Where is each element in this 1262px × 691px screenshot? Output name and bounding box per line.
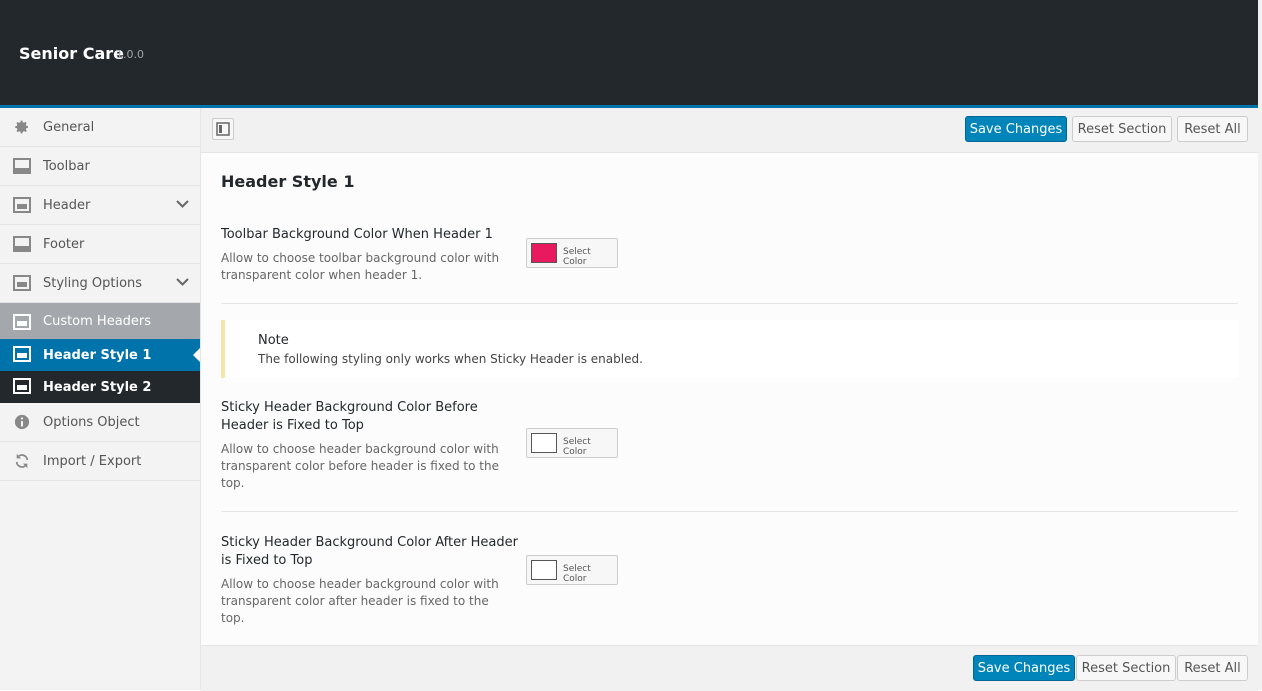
sidebar-item-header-style-2[interactable]: Header Style 2 [0,371,200,403]
sidebar-item-label: Toolbar [43,159,90,174]
color-swatch [531,560,557,580]
sidebar-item-general[interactable]: General [0,108,200,147]
main-panel: Save Changes Reset Section Reset All Hea… [201,108,1258,691]
expand-options-button[interactable] [212,118,234,140]
sidebar-item-label: Import / Export [43,454,142,469]
color-swatch [531,433,557,453]
note-title: Note [258,333,289,348]
sidebar-item-label: Header [43,198,91,213]
sidebar-item-label: Header Style 2 [43,380,152,395]
section-title: Header Style 1 [221,172,355,191]
reset-section-button[interactable]: Reset Section [1072,116,1172,142]
sidebar: General Toolbar Header Footer Styling Op… [0,108,201,690]
note-text: The following styling only works when St… [258,352,643,366]
bottom-toolbar: Save Changes Reset Section Reset All [201,645,1258,691]
save-changes-button[interactable]: Save Changes [965,116,1067,142]
field-title: Toolbar Background Color When Header 1 [221,227,493,242]
layout-icon [13,346,31,362]
color-swatch [531,243,557,263]
app-title: Senior Care [19,44,124,63]
reset-all-button[interactable]: Reset All [1177,655,1248,681]
panel-icon [13,158,31,174]
sidebar-item-label: Footer [43,237,85,252]
select-color-label: Select Color [563,437,591,457]
reset-section-button[interactable]: Reset Section [1076,655,1176,681]
field-description: Allow to choose header background color … [221,442,499,490]
note-box: Note The following styling only works wh… [221,320,1238,378]
app-version: 1.0.0 [116,48,144,61]
sidebar-item-label: Options Object [43,415,140,430]
app-header: Senior Care 1.0.0 [0,0,1258,108]
active-indicator [193,348,200,362]
sidebar-item-footer[interactable]: Footer [0,225,200,264]
divider [221,511,1238,512]
sidebar-item-toolbar[interactable]: Toolbar [0,147,200,186]
layout-icon [13,314,31,330]
sidebar-item-options-object[interactable]: Options Object [0,403,200,442]
field-title: Sticky Header Background Color After Hea… [221,535,518,568]
field-description: Allow to choose toolbar background color… [221,251,500,282]
sidebar-item-label: Styling Options [43,276,143,291]
select-color-label: Select Color [563,247,591,267]
chevron-down-icon[interactable] [176,197,189,210]
sidebar-item-header-style-1[interactable]: Header Style 1 [0,339,200,371]
chevron-down-icon[interactable] [176,275,189,288]
sidebar-item-custom-headers[interactable]: Custom Headers [0,303,200,339]
select-color-button[interactable]: Select Color [526,238,618,268]
sidebar-item-styling-options[interactable]: Styling Options [0,264,200,303]
gear-icon [15,120,28,134]
select-color-label: Select Color [563,564,591,584]
top-toolbar: Save Changes Reset Section Reset All [201,108,1258,153]
sidebar-item-label: General [43,120,95,135]
sidebar-item-label: Header Style 1 [43,348,152,363]
save-changes-button[interactable]: Save Changes [973,655,1075,681]
panel-icon [13,236,31,252]
sidebar-item-label: Custom Headers [43,314,152,329]
sidebar-item-import-export[interactable]: Import / Export [0,442,200,481]
field-title: Sticky Header Background Color Before He… [221,400,478,433]
reset-all-button[interactable]: Reset All [1177,116,1248,142]
select-color-button[interactable]: Select Color [526,555,618,585]
info-icon [14,414,30,430]
sidebar-item-header[interactable]: Header [0,186,200,225]
window-edge [1258,0,1262,690]
layout-icon [13,378,31,394]
layout-icon [13,275,31,291]
refresh-icon [15,453,29,469]
expand-icon [216,122,230,136]
divider [221,303,1238,304]
select-color-button[interactable]: Select Color [526,428,618,458]
field-description: Allow to choose header background color … [221,577,499,625]
layout-icon [13,197,31,213]
